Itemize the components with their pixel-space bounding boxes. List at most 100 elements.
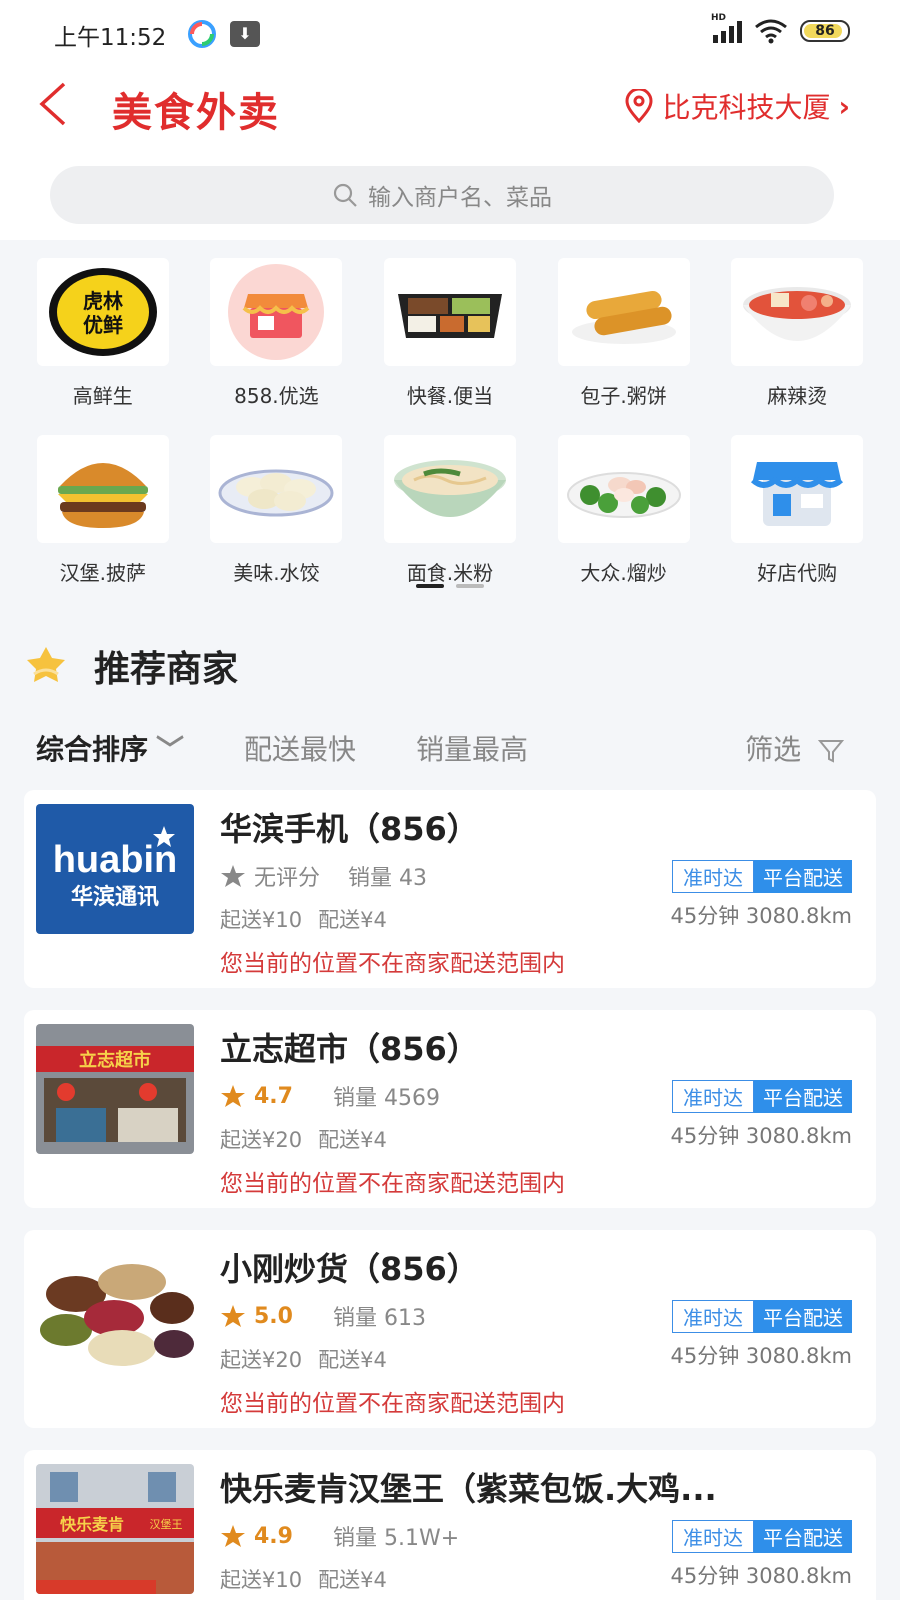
recommend-section: 推荐商家 综合排序 ﹀ 配送最快 销量最高 筛选 huabin 华滨通讯 华滨手…	[0, 618, 900, 1600]
nav-bar: 美食外卖 比克科技大厦 ›	[0, 64, 900, 144]
category-grid: 虎林 优鲜 高鲜生 858.优选 快餐.便当 包子.粥饼 麻辣烫 汉堡.披萨 美…	[0, 240, 900, 618]
sort-bar: 综合排序 ﹀ 配送最快 销量最高 筛选	[0, 706, 900, 790]
shop-name: 小刚炒货（856）	[220, 1250, 479, 1288]
search-input[interactable]: 输入商户名、菜品	[50, 166, 834, 224]
category-item[interactable]: 大众.熘炒	[537, 435, 711, 586]
svg-text:快乐麦肯: 快乐麦肯	[60, 1515, 124, 1534]
rating-value: 4.7	[254, 1083, 293, 1109]
star-icon	[221, 1085, 245, 1107]
delivery-fee: 配送¥4	[318, 1128, 387, 1152]
category-label: 美味.水饺	[233, 561, 320, 585]
category-label: 快餐.便当	[406, 384, 494, 408]
status-bar: 上午11:52 ⬇ HD 86	[0, 0, 900, 64]
section-title: 推荐商家	[94, 649, 239, 690]
delivery-fee: 配送¥4	[318, 1348, 387, 1372]
store-icon	[751, 462, 844, 526]
tag-platform-delivery: 平台配送	[754, 1520, 852, 1553]
category-item[interactable]: 虎林 优鲜 高鲜生	[16, 258, 190, 409]
delivery-time-distance: 45分钟 3080.8km	[670, 1344, 853, 1368]
delivery-time-distance: 45分钟 3080.8km	[670, 1124, 853, 1148]
rating-row: 4.9 销量 5.1W+	[220, 1520, 459, 1552]
shop-photo: 立志超市	[36, 1024, 194, 1154]
crown-star-icon	[27, 647, 65, 682]
svg-text:立志超市: 立志超市	[79, 1049, 151, 1071]
shop-name: 华滨手机（856）	[220, 810, 479, 848]
category-label: 麻辣烫	[767, 384, 828, 408]
shop-card[interactable]: huabin 华滨通讯 华滨手机（856） 无评分 销量 43 起送¥10 配送¥…	[24, 790, 876, 988]
delivery-tags: 准时达 平台配送	[672, 1520, 852, 1553]
delivery-tags: 准时达 平台配送	[672, 860, 852, 893]
category-item[interactable]: 858.优选	[190, 258, 364, 409]
wifi-icon	[755, 19, 787, 44]
min-order: 起送¥20	[220, 1348, 303, 1372]
star-icon	[221, 1525, 245, 1547]
sort-top-sales[interactable]: 销量最高	[416, 728, 528, 768]
delivery-tags: 准时达 平台配送	[672, 1300, 852, 1333]
location-pin-icon	[625, 89, 653, 123]
category-label: 大众.熘炒	[580, 561, 667, 585]
category-item[interactable]: 面食.米粉	[363, 435, 537, 586]
shop-card[interactable]: 立志超市 立志超市（856） 4.7 销量 4569 起送¥20 配送¥4 准时达…	[24, 1010, 876, 1208]
category-label: 包子.粥饼	[580, 384, 667, 408]
filter-button[interactable]: 筛选	[745, 728, 844, 768]
download-icon: ⬇	[230, 21, 260, 47]
tag-platform-delivery: 平台配送	[754, 1080, 852, 1113]
delivery-fee: 配送¥4	[318, 1568, 387, 1592]
category-label: 858.优选	[234, 384, 319, 408]
shop-name: 快乐麦肯汉堡王（紫菜包饭.大鸡...	[220, 1470, 717, 1508]
shop-photo: 快乐麦肯 汉堡王	[36, 1464, 194, 1594]
noodle-icon	[393, 460, 506, 517]
recommend-header: 推荐商家	[0, 626, 900, 706]
status-time: 上午11:52	[54, 25, 167, 51]
fee-info: 起送¥10 配送¥4	[220, 1564, 387, 1594]
signal-icon: HD	[711, 13, 742, 43]
svg-text:优鲜: 优鲜	[83, 313, 123, 337]
shop-photo	[36, 1244, 194, 1374]
tag-on-time: 准时达	[672, 860, 754, 893]
brand-logo: 虎林 优鲜	[48, 268, 157, 356]
sort-default[interactable]: 综合排序 ﹀	[36, 728, 184, 768]
category-item[interactable]: 快餐.便当	[363, 258, 537, 409]
delivery-fee: 配送¥4	[318, 908, 387, 932]
category-label: 面食.米粉	[406, 561, 494, 585]
rating-row: 无评分 销量 43	[220, 860, 427, 892]
delivery-time-distance: 45分钟 3080.8km	[670, 1564, 853, 1588]
header: 上午11:52 ⬇ HD 86 美食外卖 比克科技大厦 › 输入商户名、菜品	[0, 0, 900, 240]
tag-platform-delivery: 平台配送	[754, 1300, 852, 1333]
star-icon	[221, 865, 245, 887]
sort-fastest[interactable]: 配送最快	[244, 728, 356, 768]
category-item[interactable]: 汉堡.披萨	[16, 435, 190, 586]
category-item[interactable]: 美味.水饺	[190, 435, 364, 586]
category-item[interactable]: 包子.粥饼	[537, 258, 711, 409]
category-item[interactable]: 麻辣烫	[710, 258, 884, 409]
shop-logo: huabin 华滨通讯	[36, 804, 194, 934]
shop-card[interactable]: 快乐麦肯 汉堡王 快乐麦肯汉堡王（紫菜包饭.大鸡... 4.9 销量 5.1W+…	[24, 1450, 876, 1600]
back-arrow-icon[interactable]	[34, 80, 74, 128]
out-of-range-warning: 您当前的位置不在商家配送范围内	[220, 951, 565, 977]
star-icon	[221, 1305, 245, 1327]
out-of-range-warning: 您当前的位置不在商家配送范围内	[220, 1171, 565, 1197]
fee-info: 起送¥20 配送¥4	[220, 1124, 387, 1154]
category-label: 好店代购	[757, 561, 838, 585]
shop-name: 立志超市（856）	[220, 1030, 479, 1068]
tag-on-time: 准时达	[672, 1520, 754, 1553]
spicy-soup-icon	[743, 287, 852, 341]
rating-value: 4.9	[254, 1523, 293, 1549]
location-selector[interactable]: 比克科技大厦 ›	[624, 86, 850, 126]
svg-text:汉堡王: 汉堡王	[150, 1517, 183, 1531]
app-notification-icon	[188, 20, 216, 48]
svg-text:华滨通讯: 华滨通讯	[71, 884, 159, 910]
search-icon	[333, 183, 357, 207]
out-of-range-warning: 您当前的位置不在商家配送范围内	[220, 1391, 565, 1417]
sales-count: 销量 4569	[332, 1086, 440, 1111]
tag-on-time: 准时达	[672, 1300, 754, 1333]
rating-row: 4.7 销量 4569	[220, 1080, 440, 1112]
fee-info: 起送¥10 配送¥4	[220, 904, 387, 934]
category-item[interactable]: 好店代购	[710, 435, 884, 586]
page-indicator	[0, 584, 900, 588]
category-label: 汉堡.披萨	[59, 561, 146, 585]
shop-card[interactable]: 小刚炒货（856） 5.0 销量 613 起送¥20 配送¥4 准时达 平台配送 4…	[24, 1230, 876, 1428]
delivery-tags: 准时达 平台配送	[672, 1080, 852, 1113]
dumpling-icon	[218, 469, 334, 517]
bento-icon	[397, 294, 502, 338]
